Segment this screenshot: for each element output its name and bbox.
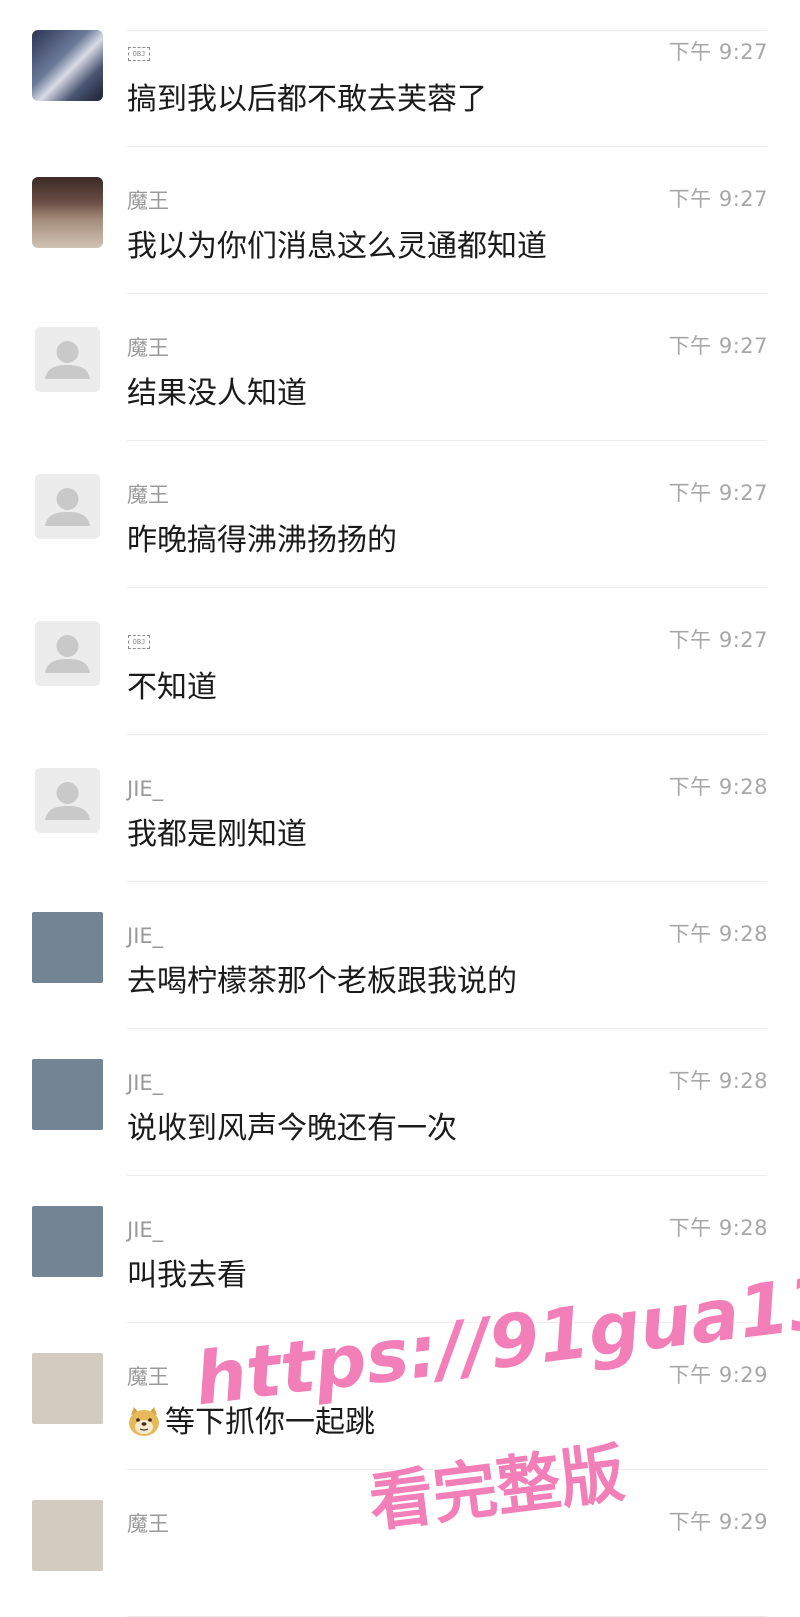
message-text: 不知道: [127, 670, 217, 705]
sender-name: 魔王: [127, 1512, 169, 1536]
message-row[interactable]: JIE_ 下午 9:28 去喝柠檬茶那个老板跟我说的: [0, 882, 800, 1029]
message-time: 下午 9:29: [668, 1363, 768, 1387]
sender-name: JIE_: [127, 1218, 164, 1242]
chat-history-page: OBJ 下午 9:27 搞到我以后都不敢去芙蓉了 魔王 下午 9:27 我以为你们消息这么…: [0, 0, 800, 1617]
default-avatar-icon: [45, 341, 90, 379]
message-text: 我以为你们消息这么灵通都知道: [127, 229, 547, 264]
avatar[interactable]: [35, 768, 100, 833]
message-row[interactable]: 魔王 下午 9:27 结果没人知道: [0, 294, 800, 441]
message-time: 下午 9:27: [668, 334, 768, 358]
sender-name-glyph: OBJ: [128, 47, 150, 61]
sender-name: 魔王: [127, 1365, 169, 1389]
sender-name-glyph: OBJ: [128, 635, 150, 649]
message-row[interactable]: OBJ 下午 9:27 搞到我以后都不敢去芙蓉了: [0, 0, 800, 147]
avatar[interactable]: [32, 1353, 103, 1424]
sender-name: JIE_: [127, 924, 164, 948]
avatar[interactable]: [35, 621, 100, 686]
avatar[interactable]: [32, 1059, 103, 1130]
message-row[interactable]: 魔王 下午 9:27 我以为你们消息这么灵通都知道: [0, 147, 800, 294]
avatar[interactable]: [35, 474, 100, 539]
doge-icon: [129, 1407, 159, 1436]
sender-name: JIE_: [127, 1071, 164, 1095]
message-text-content: 等下抓你一起跳: [165, 1405, 375, 1440]
message-row[interactable]: 魔王 下午 9:27 昨晚搞得沸沸扬扬的: [0, 441, 800, 588]
message-row[interactable]: OBJ 下午 9:27 不知道: [0, 588, 800, 735]
avatar[interactable]: [35, 327, 100, 392]
avatar[interactable]: [32, 912, 103, 983]
message-time: 下午 9:27: [668, 40, 768, 64]
message-text: 昨晚搞得沸沸扬扬的: [127, 523, 397, 558]
message-text: 说收到风声今晚还有一次: [127, 1111, 457, 1146]
message-time: 下午 9:28: [668, 775, 768, 799]
message-text: 去喝柠檬茶那个老板跟我说的: [127, 964, 517, 999]
message-row[interactable]: JIE_ 下午 9:28 叫我去看: [0, 1176, 800, 1323]
sender-name: JIE_: [127, 777, 164, 801]
avatar[interactable]: [32, 30, 103, 101]
avatar[interactable]: [32, 1206, 103, 1277]
message-text: 等下抓你一起跳: [127, 1401, 375, 1445]
message-time: 下午 9:29: [668, 1510, 768, 1534]
message-text: 结果没人知道: [127, 376, 307, 411]
sender-name: 魔王: [127, 336, 169, 360]
avatar[interactable]: [32, 177, 103, 248]
message-time: 下午 9:28: [668, 1069, 768, 1093]
avatar[interactable]: [32, 1500, 103, 1571]
message-time: 下午 9:28: [668, 922, 768, 946]
message-time: 下午 9:27: [668, 481, 768, 505]
message-text: 叫我去看: [127, 1258, 247, 1293]
default-avatar-icon: [45, 488, 90, 526]
message-time: 下午 9:28: [668, 1216, 768, 1240]
message-text: 我都是刚知道: [127, 817, 307, 852]
message-row[interactable]: 魔王 下午 9:29 等下抓你一起跳: [0, 1323, 800, 1470]
sender-name: 魔王: [127, 189, 169, 213]
message-time: 下午 9:27: [668, 187, 768, 211]
sender-name: 魔王: [127, 483, 169, 507]
message-time: 下午 9:27: [668, 628, 768, 652]
message-row[interactable]: JIE_ 下午 9:28 说收到风声今晚还有一次: [0, 1029, 800, 1176]
default-avatar-icon: [45, 782, 90, 820]
default-avatar-icon: [45, 635, 90, 673]
message-row[interactable]: 魔王 下午 9:29: [0, 1470, 800, 1617]
message-row[interactable]: JIE_ 下午 9:28 我都是刚知道: [0, 735, 800, 882]
message-text: 搞到我以后都不敢去芙蓉了: [127, 82, 487, 117]
